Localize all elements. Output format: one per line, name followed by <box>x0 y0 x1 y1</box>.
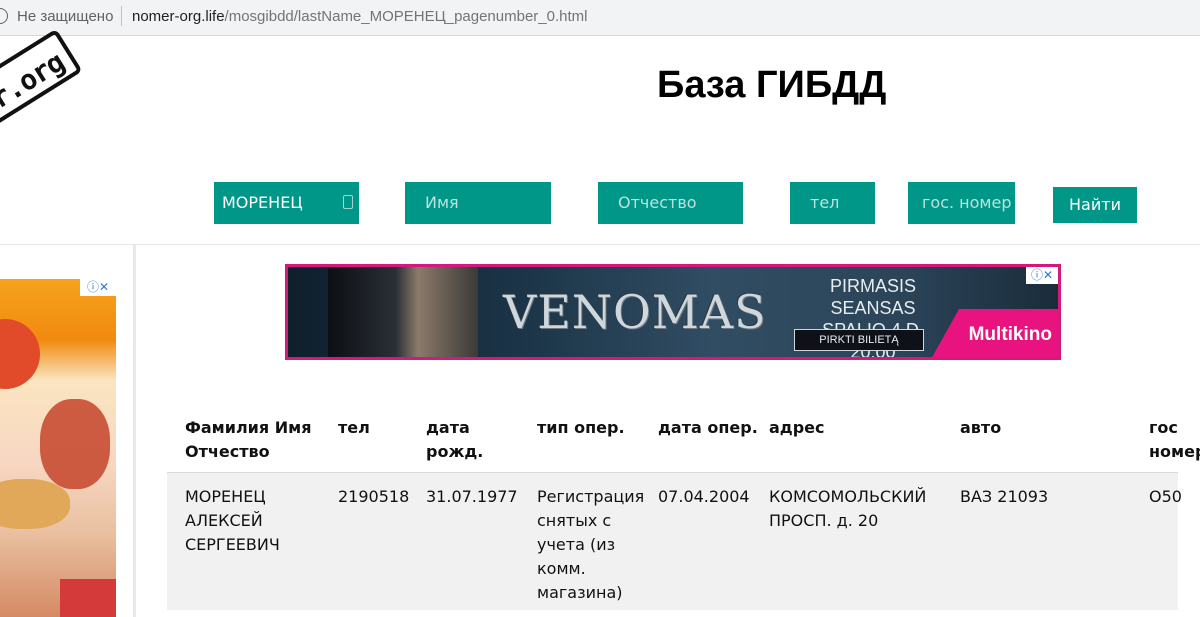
ad-graphic <box>0 319 40 389</box>
url-text[interactable]: nomer-org.life/mosgibdd/lastName_МОРЕНЕЦ… <box>132 8 587 25</box>
col-header-phone: тел <box>338 418 370 437</box>
site-logo[interactable]: er.org <box>0 28 83 146</box>
table-header: Фамилия Имя Отчество тел дата рожд. тип … <box>167 404 1200 472</box>
ad-graphic <box>40 399 110 489</box>
cell-car: ВАЗ 21093 <box>960 487 1049 506</box>
col-header-op-date: дата опер. <box>658 418 758 437</box>
banner-ad[interactable]: VENOMAS PIRMASIS SEANSAS SPALIO 4 D. 20:… <box>285 264 1061 360</box>
ad-close-icon[interactable]: ⓘ✕ <box>1026 267 1058 284</box>
cell-op-date: 07.04.2004 <box>658 487 750 506</box>
col-header-plate: гос номер <box>1149 418 1200 461</box>
info-icon[interactable] <box>0 8 8 24</box>
autofill-icon[interactable] <box>343 195 353 209</box>
ad-graphic <box>0 479 70 529</box>
first-name-input[interactable]: Имя <box>405 182 551 224</box>
find-button[interactable]: Найти <box>1053 187 1137 223</box>
ad-close-icon[interactable]: ⓘ✕ <box>80 279 116 296</box>
url-host: nomer-org.life <box>132 8 225 25</box>
ad-buy-button[interactable]: PIRKTI BILIETĄ <box>794 329 924 351</box>
security-label[interactable]: Не защищено <box>17 8 113 25</box>
plate-input[interactable]: гос. номер <box>908 182 1015 224</box>
col-header-fio: Фамилия Имя Отчество <box>185 418 312 461</box>
cell-phone: 2190518 <box>338 487 410 506</box>
ad-info-line1: PIRMASIS SEANSAS <box>829 276 917 318</box>
col-header-birth: дата рожд. <box>426 418 484 461</box>
ad-graphic <box>60 579 116 617</box>
last-name-value: МОРЕНЕЦ <box>222 193 303 212</box>
ad-image <box>328 267 478 357</box>
ad-brand-logo: Multikino <box>930 309 1058 357</box>
ad-title: VENOMAS <box>503 285 767 339</box>
patronymic-input[interactable]: Отчество <box>598 182 743 224</box>
cell-birth: 31.07.1977 <box>426 487 518 506</box>
sidebar-divider <box>133 245 136 617</box>
cell-fio: МОРЕНЕЦ АЛЕКСЕЙ СЕРГЕЕВИЧ <box>185 487 280 554</box>
cell-address: КОМСОМОЛЬСКИЙ ПРОСП. д. 20 <box>769 487 927 530</box>
table-row: МОРЕНЕЦ АЛЕКСЕЙ СЕРГЕЕВИЧ 2190518 31.07.… <box>167 472 1182 610</box>
col-header-op-type: тип опер. <box>537 418 625 437</box>
cell-op-type: Регистрация снятых с учета (из комм. маг… <box>537 487 645 602</box>
url-path: /mosgibdd/lastName_МОРЕНЕЦ_pagenumber_0.… <box>224 8 588 25</box>
col-header-address: адрес <box>769 418 825 437</box>
results-table: Фамилия Имя Отчество тел дата рожд. тип … <box>167 404 1200 610</box>
header-divider <box>0 244 1200 245</box>
sidebar-ad[interactable]: ⓘ✕ <box>0 279 116 617</box>
browser-address-bar[interactable]: Не защищено nomer-org.life/mosgibdd/last… <box>0 0 1200 36</box>
col-header-car: авто <box>960 418 1002 437</box>
phone-input[interactable]: тел <box>790 182 875 224</box>
cell-plate: О50 <box>1149 487 1182 506</box>
address-separator <box>121 6 122 26</box>
page-title: База ГИБДД <box>657 64 887 106</box>
last-name-input[interactable]: МОРЕНЕЦ <box>214 182 359 224</box>
